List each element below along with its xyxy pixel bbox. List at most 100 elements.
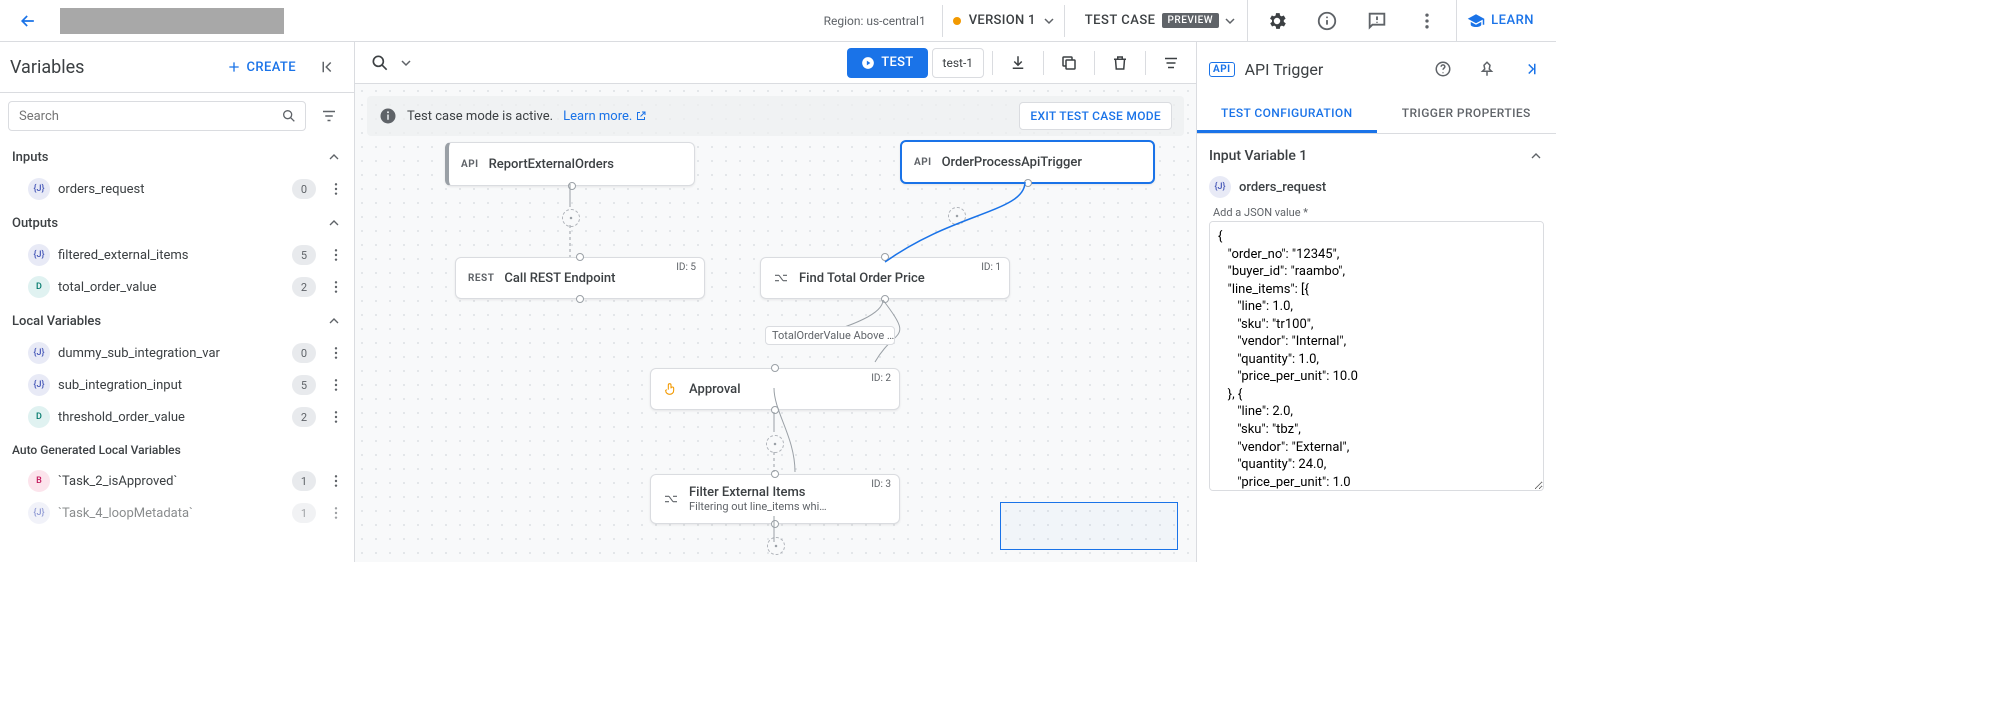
variable-row[interactable]: D total_order_value 2 (0, 271, 354, 303)
preview-badge: PREVIEW (1162, 13, 1220, 28)
test-name-display[interactable]: test-1 (932, 48, 984, 78)
api-badge-icon: API (461, 159, 479, 170)
collapse-panel-button[interactable] (310, 50, 344, 84)
edge-config-icon[interactable] (766, 435, 784, 453)
edge-config-icon[interactable] (562, 209, 580, 227)
usage-count: 1 (292, 471, 316, 491)
variable-more-button[interactable] (324, 243, 348, 267)
node-title: ReportExternalOrders (489, 157, 614, 172)
chevron-up-icon (326, 313, 342, 329)
node-order-process-api-trigger[interactable]: API OrderProcessApiTrigger (900, 140, 1155, 184)
search-input-field[interactable] (17, 108, 281, 125)
type-chip-json-icon: {J} (28, 178, 50, 200)
test-mode-banner: Test case mode is active. Learn more. EX… (367, 96, 1184, 136)
variable-more-button[interactable] (324, 341, 348, 365)
section-locals[interactable]: Local Variables (0, 303, 354, 337)
more-vert-icon (328, 247, 344, 263)
create-variable-button[interactable]: CREATE (218, 53, 304, 81)
node-approval[interactable]: Approval ID: 2 (650, 368, 900, 410)
variable-name: threshold_order_value (58, 410, 284, 425)
section-title: Auto Generated Local Variables (12, 443, 342, 457)
usage-count: 0 (292, 343, 316, 363)
selection-box[interactable] (1000, 502, 1178, 550)
variable-more-button[interactable] (324, 405, 348, 429)
section-title: Input Variable 1 (1209, 148, 1528, 164)
api-badge-icon: API (914, 157, 932, 168)
data-map-icon (773, 270, 789, 286)
download-button[interactable] (1001, 46, 1035, 80)
usage-count: 5 (292, 245, 316, 265)
variable-row[interactable]: D threshold_order_value 2 (0, 401, 354, 433)
variable-row[interactable]: {J} filtered_external_items 5 (0, 239, 354, 271)
open-in-new-icon (635, 110, 647, 122)
section-title: Inputs (12, 150, 326, 165)
edge-config-icon[interactable] (948, 207, 966, 225)
section-title: Outputs (12, 216, 326, 231)
variable-name: `Task_2_isApproved` (58, 474, 284, 489)
run-test-button[interactable]: TEST (847, 48, 927, 78)
json-value-textarea[interactable] (1209, 221, 1544, 491)
rest-badge-icon: REST (468, 273, 494, 284)
settings-button[interactable] (1256, 0, 1298, 42)
edge-config-icon[interactable] (767, 537, 785, 555)
list-icon (1162, 54, 1180, 72)
edge-condition-label[interactable]: TotalOrderValue Above … (765, 326, 895, 345)
chevron-up-icon (326, 215, 342, 231)
node-find-total-order-price[interactable]: Find Total Order Price ID: 1 (760, 257, 1010, 299)
delete-button[interactable] (1103, 46, 1137, 80)
copy-button[interactable] (1052, 46, 1086, 80)
integration-canvas[interactable]: TEST test-1 Test case mode is active. Le… (355, 42, 1196, 562)
exit-test-mode-button[interactable]: EXIT TEST CASE MODE (1019, 102, 1172, 130)
back-button[interactable] (12, 5, 44, 37)
filter-button[interactable] (312, 99, 346, 133)
info-button[interactable] (1306, 0, 1348, 42)
node-call-rest-endpoint[interactable]: REST Call REST Endpoint ID: 5 (455, 257, 705, 299)
hand-icon (663, 381, 679, 397)
variable-more-button[interactable] (324, 177, 348, 201)
variable-more-button[interactable] (324, 275, 348, 299)
learn-more-link[interactable]: Learn more. (563, 109, 647, 124)
info-icon (379, 107, 397, 125)
section-outputs[interactable]: Outputs (0, 205, 354, 239)
more-vert-icon (328, 505, 344, 521)
variable-row[interactable]: {J} sub_integration_input 5 (0, 369, 354, 401)
variable-row[interactable]: {J} dummy_sub_integration_var 0 (0, 337, 354, 369)
variable-more-button[interactable] (324, 501, 348, 525)
type-chip-json-icon: {J} (1209, 176, 1231, 198)
version-selector[interactable]: VERSION 1 (942, 5, 1065, 37)
variable-more-button[interactable] (324, 373, 348, 397)
node-filter-external-items[interactable]: Filter External Items Filtering out line… (650, 474, 900, 524)
type-chip-json-icon: {J} (28, 374, 50, 396)
feedback-button[interactable] (1356, 0, 1398, 42)
node-report-external-orders[interactable]: API ReportExternalOrders (445, 142, 695, 186)
learn-button[interactable]: LEARN (1456, 0, 1544, 42)
tab-test-configuration[interactable]: TEST CONFIGURATION (1197, 96, 1377, 133)
caret-down-icon[interactable] (401, 58, 411, 68)
section-autogen[interactable]: Auto Generated Local Variables (0, 433, 354, 465)
input-variable-section[interactable]: Input Variable 1 (1209, 144, 1544, 172)
section-inputs[interactable]: Inputs (0, 139, 354, 173)
help-icon (1434, 60, 1452, 78)
create-label: CREATE (246, 60, 296, 75)
node-id: ID: 5 (676, 262, 696, 273)
status-dot-icon (953, 17, 961, 25)
feedback-icon (1366, 10, 1388, 32)
section-title: Local Variables (12, 314, 326, 329)
list-button[interactable] (1154, 46, 1188, 80)
zoom-button[interactable] (363, 46, 397, 80)
variable-more-button[interactable] (324, 469, 348, 493)
type-chip-json-icon: {J} (28, 502, 50, 524)
usage-count: 5 (292, 375, 316, 395)
type-chip-bool-icon: B (28, 470, 50, 492)
variable-row[interactable]: {J} orders_request 0 (0, 173, 354, 205)
help-button[interactable] (1426, 52, 1460, 86)
node-id: ID: 3 (871, 479, 891, 490)
tab-trigger-properties[interactable]: TRIGGER PROPERTIES (1377, 96, 1557, 133)
variable-row[interactable]: {J} `Task_4_loopMetadata` 1 (0, 497, 354, 529)
more-button[interactable] (1406, 0, 1448, 42)
test-case-selector[interactable]: TEST CASE PREVIEW (1073, 0, 1248, 42)
pin-button[interactable] (1470, 52, 1504, 86)
variable-row[interactable]: B `Task_2_isApproved` 1 (0, 465, 354, 497)
expand-panel-button[interactable] (1514, 52, 1548, 86)
search-variables-input[interactable] (8, 101, 306, 131)
